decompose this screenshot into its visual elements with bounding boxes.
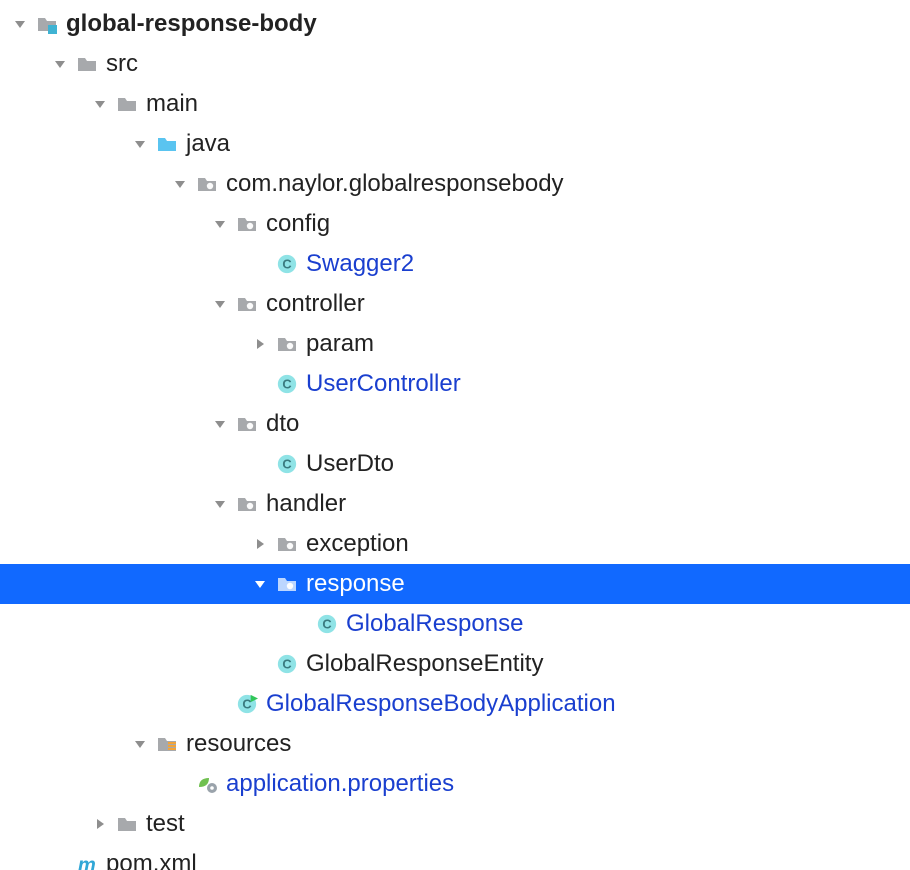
java-runnable-class-icon: C (236, 693, 258, 715)
tree-row[interactable]: java (0, 124, 910, 164)
tree-item-label: param (306, 330, 374, 358)
tree-item-label: dto (266, 410, 299, 438)
tree-item-label: GlobalResponse (346, 610, 523, 638)
tree-row[interactable]: C GlobalResponseBodyApplication (0, 684, 910, 724)
tree-row[interactable]: test (0, 804, 910, 844)
chevron-down-icon[interactable] (210, 414, 230, 434)
tree-row[interactable]: controller (0, 284, 910, 324)
tree-item-label: pom.xml (106, 850, 197, 870)
package-icon (236, 493, 258, 515)
tree-item-label: handler (266, 490, 346, 518)
tree-item-label: UserController (306, 370, 461, 398)
chevron-down-icon[interactable] (10, 14, 30, 34)
tree-row[interactable]: m pom.xml (0, 844, 910, 870)
tree-item-label: application.properties (226, 770, 454, 798)
tree-item-label: controller (266, 290, 365, 318)
tree-row[interactable]: com.naylor.globalresponsebody (0, 164, 910, 204)
chevron-down-icon[interactable] (50, 54, 70, 74)
package-icon (276, 533, 298, 555)
chevron-down-icon[interactable] (210, 494, 230, 514)
package-icon (196, 173, 218, 195)
tree-row[interactable]: C GlobalResponseEntity (0, 644, 910, 684)
project-tree: global-response-body srcmain java com.naylo… (0, 0, 910, 870)
tree-item-label: main (146, 90, 198, 118)
package-icon (276, 573, 298, 595)
tree-item-label: UserDto (306, 450, 394, 478)
svg-text:C: C (282, 257, 291, 272)
chevron-down-icon[interactable] (250, 574, 270, 594)
tree-item-label: Swagger2 (306, 250, 414, 278)
chevron-down-icon[interactable] (130, 134, 150, 154)
tree-row[interactable]: main (0, 84, 910, 124)
chevron-right-icon[interactable] (250, 534, 270, 554)
tree-row[interactable]: C GlobalResponse (0, 604, 910, 644)
maven-file-icon: m (76, 853, 98, 870)
tree-item-label: java (186, 130, 230, 158)
svg-text:C: C (322, 617, 331, 632)
tree-item-label: exception (306, 530, 409, 558)
tree-row[interactable]: C Swagger2 (0, 244, 910, 284)
svg-text:C: C (242, 697, 251, 712)
tree-item-label: config (266, 210, 330, 238)
tree-row[interactable]: exception (0, 524, 910, 564)
tree-row[interactable]: application.properties (0, 764, 910, 804)
package-icon (236, 213, 258, 235)
tree-item-label: test (146, 810, 185, 838)
folder-icon (116, 93, 138, 115)
chevron-down-icon[interactable] (170, 174, 190, 194)
chevron-right-icon[interactable] (90, 814, 110, 834)
package-icon (236, 293, 258, 315)
java-class-icon: C (276, 373, 298, 395)
folder-icon (116, 813, 138, 835)
tree-row[interactable]: global-response-body (0, 4, 910, 44)
chevron-down-icon[interactable] (210, 294, 230, 314)
tree-row[interactable]: handler (0, 484, 910, 524)
source-folder-icon (156, 133, 178, 155)
tree-item-label: GlobalResponseBodyApplication (266, 690, 616, 718)
chevron-down-icon[interactable] (210, 214, 230, 234)
folder-icon (76, 53, 98, 75)
java-class-icon: C (316, 613, 338, 635)
module-folder-icon (36, 13, 58, 35)
package-icon (276, 333, 298, 355)
tree-row[interactable]: resources (0, 724, 910, 764)
tree-row[interactable]: config (0, 204, 910, 244)
tree-item-label: resources (186, 730, 291, 758)
tree-row[interactable]: dto (0, 404, 910, 444)
java-class-icon: C (276, 653, 298, 675)
chevron-down-icon[interactable] (90, 94, 110, 114)
tree-row[interactable]: C UserController (0, 364, 910, 404)
tree-item-label: src (106, 50, 138, 78)
chevron-right-icon[interactable] (250, 334, 270, 354)
tree-item-label: global-response-body (66, 10, 317, 38)
spring-properties-icon (196, 773, 218, 795)
java-class-icon: C (276, 253, 298, 275)
package-icon (236, 413, 258, 435)
svg-text:C: C (282, 657, 291, 672)
svg-text:C: C (282, 377, 291, 392)
java-class-icon: C (276, 453, 298, 475)
svg-text:C: C (282, 457, 291, 472)
tree-row[interactable]: param (0, 324, 910, 364)
resources-folder-icon (156, 733, 178, 755)
tree-row[interactable]: C UserDto (0, 444, 910, 484)
tree-row[interactable]: response (0, 564, 910, 604)
tree-item-label: com.naylor.globalresponsebody (226, 170, 564, 198)
svg-text:m: m (78, 854, 96, 870)
tree-row[interactable]: src (0, 44, 910, 84)
tree-item-label: GlobalResponseEntity (306, 650, 543, 678)
chevron-down-icon[interactable] (130, 734, 150, 754)
tree-item-label: response (306, 570, 405, 598)
